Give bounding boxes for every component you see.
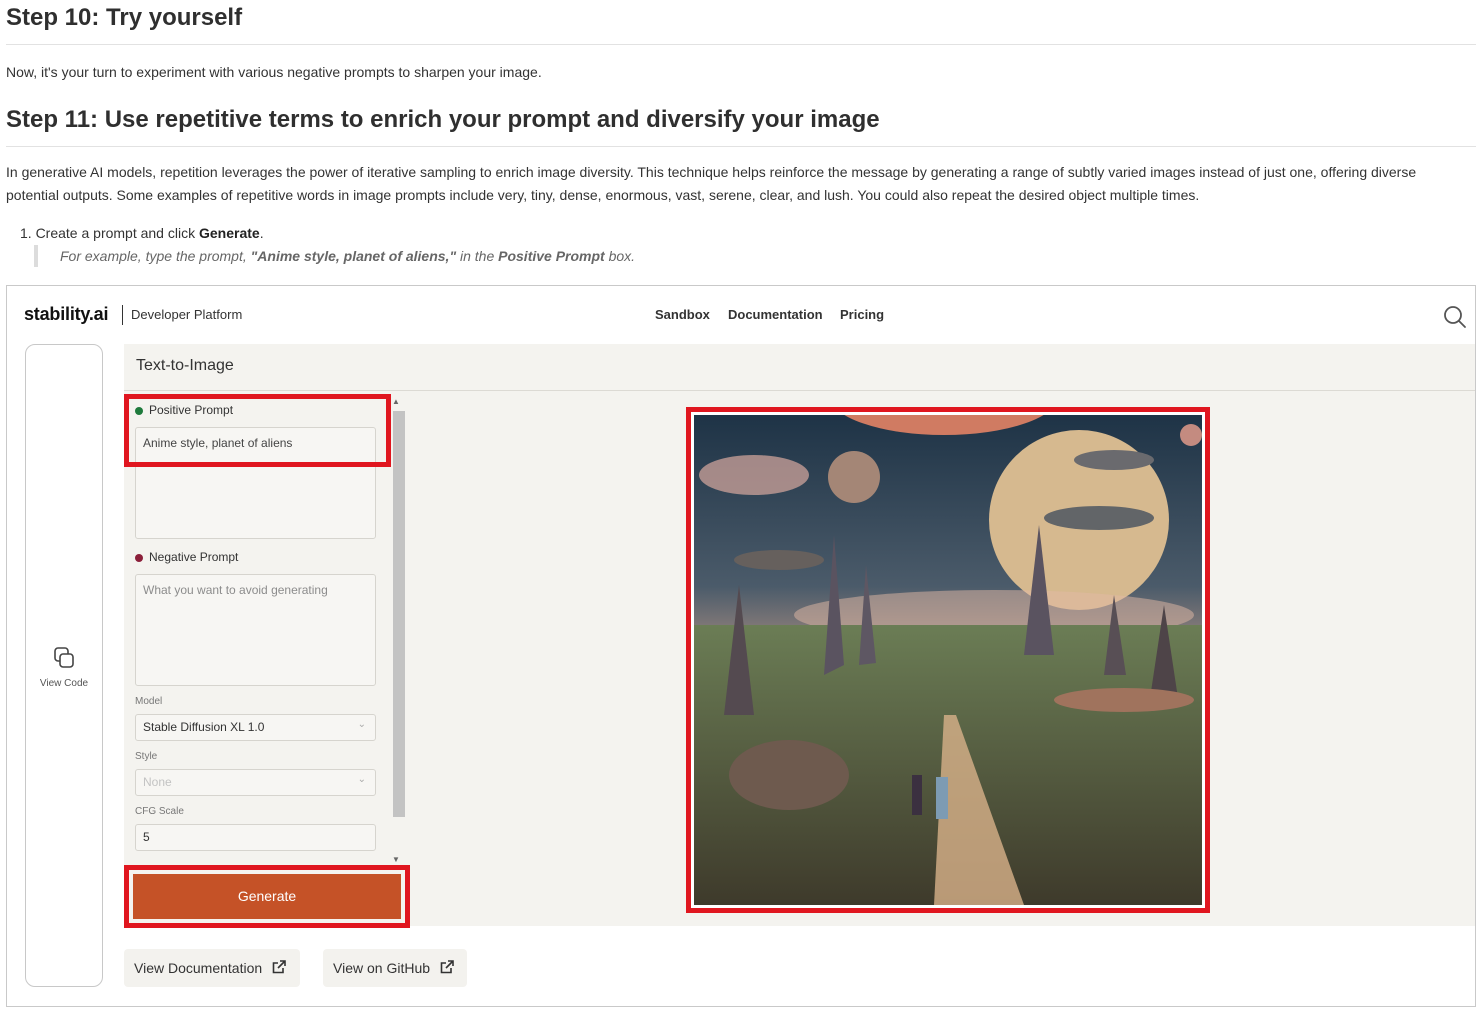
view-code-label: View Code xyxy=(39,678,89,689)
quote-suffix: box. xyxy=(604,248,636,264)
search-icon[interactable] xyxy=(1443,305,1467,329)
generate-highlight: Generate xyxy=(124,865,410,928)
copy-icon xyxy=(52,647,76,675)
view-code-button[interactable]: View Code xyxy=(26,645,102,689)
negative-dot xyxy=(135,553,143,562)
quote-prompt: "Anime style, planet of aliens," xyxy=(250,248,457,264)
step10-heading: Step 10: Try yourself xyxy=(6,4,243,31)
quote-box-name: Positive Prompt xyxy=(498,248,605,264)
step11-heading: Step 11: Use repetitive terms to enrich … xyxy=(6,106,880,133)
generate-button[interactable]: Generate xyxy=(133,874,401,919)
list-item-suffix: . xyxy=(259,225,264,241)
external-link-icon xyxy=(272,950,286,988)
platform-label: Developer Platform xyxy=(131,307,243,322)
model-select[interactable]: Stable Diffusion XL 1.0 ⌄ xyxy=(135,714,376,741)
step10-text: Now, it's your turn to experiment with v… xyxy=(6,64,542,80)
scroll-up-icon[interactable]: ▲ xyxy=(392,397,400,406)
negative-prompt-placeholder: What you want to avoid generating xyxy=(143,583,328,597)
logo[interactable]: stability.ai xyxy=(24,304,108,325)
panel-title: Text-to-Image xyxy=(136,357,234,374)
app-screenshot: stability.ai Developer Platform Sandbox … xyxy=(6,285,1476,1007)
side-panel: View Code xyxy=(25,344,103,987)
negative-prompt-input[interactable]: What you want to avoid generating xyxy=(135,574,376,686)
positive-prompt-highlight xyxy=(124,394,391,467)
style-select[interactable]: None ⌄ xyxy=(135,769,376,796)
chevron-down-icon: ⌄ xyxy=(357,719,366,730)
view-documentation-button[interactable]: View Documentation xyxy=(124,949,300,987)
list-item: 1. Create a prompt and click Generate. xyxy=(20,223,264,243)
view-documentation-label: View Documentation xyxy=(134,960,263,976)
view-github-button[interactable]: View on GitHub xyxy=(323,949,467,987)
step11-text: In generative AI models, repetition leve… xyxy=(6,164,1417,203)
scroll-down-icon[interactable]: ▼ xyxy=(392,855,400,864)
generated-image-highlight xyxy=(686,407,1210,913)
scrollbar-thumb[interactable] xyxy=(393,411,405,817)
example-quote: For example, type the prompt, "Anime sty… xyxy=(34,245,635,267)
model-value: Stable Diffusion XL 1.0 xyxy=(143,720,265,734)
form-scrollbar[interactable]: ▲ ▼ xyxy=(390,397,405,865)
nav-sandbox[interactable]: Sandbox xyxy=(655,307,710,322)
generated-image xyxy=(694,415,1202,905)
view-github-label: View on GitHub xyxy=(333,960,431,976)
external-link-icon xyxy=(440,950,454,988)
style-value: None xyxy=(143,775,172,789)
divider xyxy=(6,44,1476,45)
model-label: Model xyxy=(135,696,163,707)
top-navbar: stability.ai Developer Platform Sandbox … xyxy=(7,286,1475,344)
style-label: Style xyxy=(135,751,158,762)
negative-prompt-label: Negative Prompt xyxy=(135,550,238,564)
list-item-bold: Generate xyxy=(198,225,260,241)
logo-divider xyxy=(122,305,123,325)
cfg-label: CFG Scale xyxy=(135,806,184,817)
chevron-down-icon: ⌄ xyxy=(357,774,366,785)
cfg-value: 5 xyxy=(143,830,150,844)
quote-middle: in the xyxy=(456,248,499,264)
nav-pricing[interactable]: Pricing xyxy=(840,307,884,322)
nav-documentation[interactable]: Documentation xyxy=(728,307,823,322)
quote-text: For example, type the prompt, xyxy=(60,248,251,264)
divider xyxy=(6,146,1476,147)
negative-prompt-label-text: Negative Prompt xyxy=(149,550,239,564)
list-item-text: 1. Create a prompt and click xyxy=(20,225,199,241)
text-to-image-panel: Text-to-Image Positive Prompt Anime styl… xyxy=(124,344,1475,928)
cfg-input[interactable]: 5 xyxy=(135,824,376,851)
